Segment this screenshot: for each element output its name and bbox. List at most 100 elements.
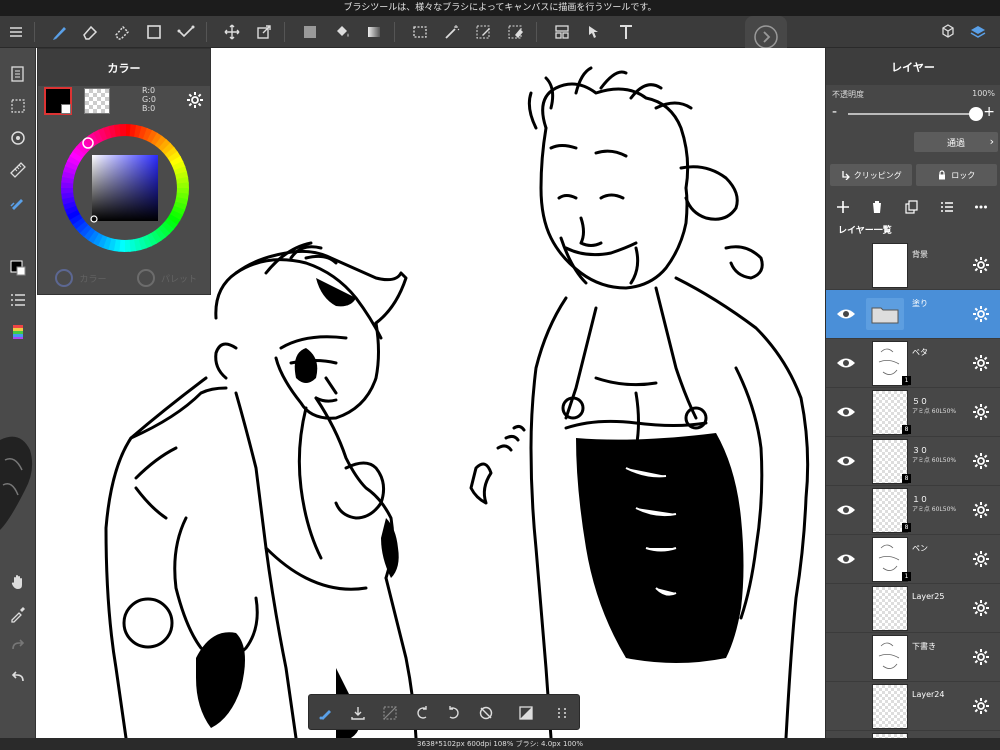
transform-icon[interactable] <box>252 20 276 44</box>
layer-row[interactable]: Layer25 <box>826 584 1000 633</box>
gradient-icon[interactable] <box>362 20 386 44</box>
visibility-eye-icon[interactable] <box>836 304 856 324</box>
color-wheel-icon <box>55 269 74 287</box>
menu-icon[interactable] <box>4 20 28 44</box>
rotate-right-icon[interactable] <box>443 702 465 724</box>
blur-eraser-icon[interactable] <box>110 20 134 44</box>
toolbar-divider <box>394 22 395 42</box>
layer-row[interactable]: Layer24 <box>826 682 1000 731</box>
color-wheel[interactable] <box>58 121 192 255</box>
clipping-button[interactable]: クリッピング <box>830 164 912 186</box>
operation-icon[interactable] <box>582 20 606 44</box>
visibility-eye-icon[interactable] <box>836 353 856 373</box>
visibility-eye-icon[interactable] <box>836 500 856 520</box>
clear-selection-icon[interactable] <box>379 702 401 724</box>
tab-color[interactable]: カラー <box>38 269 124 287</box>
frame-icon[interactable] <box>550 20 574 44</box>
visibility-eye-icon[interactable] <box>836 647 856 667</box>
move-icon[interactable] <box>220 20 244 44</box>
blend-mode-button[interactable]: 通過 › <box>914 132 998 152</box>
rotate-left-icon[interactable] <box>411 702 433 724</box>
visibility-eye-icon[interactable] <box>836 696 856 716</box>
offcanvas-art <box>0 436 33 530</box>
text-icon[interactable] <box>614 20 638 44</box>
brush-list-icon[interactable] <box>6 288 30 312</box>
lock-icon <box>939 170 946 180</box>
visibility-eye-icon[interactable] <box>836 255 856 275</box>
layer-name: ベタ <box>912 348 928 357</box>
snap-icon[interactable] <box>6 126 30 150</box>
select-rect-icon[interactable] <box>408 20 432 44</box>
material-icon[interactable] <box>936 20 960 44</box>
add-layer-icon[interactable] <box>834 198 852 216</box>
color-palette-icon[interactable] <box>6 320 30 344</box>
gear-icon[interactable] <box>971 549 991 569</box>
gear-icon[interactable] <box>971 304 991 324</box>
tab-palette[interactable]: パレット <box>124 269 210 287</box>
opacity-increase-button[interactable]: + <box>983 104 995 120</box>
color-panel-title: カラー <box>38 49 210 86</box>
visibility-eye-icon[interactable] <box>836 598 856 618</box>
bit-depth-badge: 8 <box>902 474 911 483</box>
gear-icon[interactable] <box>971 696 991 716</box>
transparent-color-swatch[interactable] <box>84 88 110 114</box>
gear-icon[interactable] <box>971 598 991 618</box>
color-swatches: R:0 G:0 B:0 <box>42 86 208 117</box>
lock-button[interactable]: ロック <box>915 164 997 186</box>
visibility-eye-icon[interactable] <box>836 549 856 569</box>
bit-depth-badge: 1 <box>902 572 911 581</box>
layer-name: 下書き <box>912 642 936 651</box>
layer-row[interactable]: 背景 <box>826 241 1000 290</box>
layers-icon[interactable] <box>966 20 990 44</box>
layer-row[interactable]: ５０ アミ点 60L50% 8 <box>826 388 1000 437</box>
bit-depth-badge: 8 <box>902 425 911 434</box>
folder-icon <box>866 298 904 330</box>
gear-icon[interactable] <box>971 451 991 471</box>
gear-icon[interactable] <box>184 89 206 111</box>
page-manager-icon[interactable] <box>6 62 30 86</box>
bucket-icon[interactable] <box>330 20 354 44</box>
layer-name: ３０ <box>912 446 928 455</box>
fill-rect-icon[interactable] <box>298 20 322 44</box>
brush-size-icon[interactable] <box>315 702 337 724</box>
select-eraser-icon[interactable] <box>504 20 528 44</box>
gear-icon[interactable] <box>971 647 991 667</box>
ruler-icon[interactable] <box>6 158 30 182</box>
shape-icon[interactable] <box>142 20 166 44</box>
import-icon[interactable] <box>347 702 369 724</box>
layer-row[interactable]: 下書き <box>826 633 1000 682</box>
more-icon[interactable] <box>972 198 990 216</box>
fill-layer-icon[interactable] <box>515 702 537 724</box>
layer-row[interactable]: 塗り <box>826 290 1000 339</box>
clipping-label: クリッピング <box>853 170 902 180</box>
gear-icon[interactable] <box>971 255 991 275</box>
current-color-icon[interactable] <box>6 256 30 280</box>
edit-path-icon[interactable] <box>174 20 198 44</box>
trash-icon[interactable] <box>868 198 886 216</box>
eraser-icon[interactable] <box>78 20 102 44</box>
opacity-slider[interactable] <box>848 107 983 121</box>
layer-name: ペン <box>912 544 928 553</box>
visibility-eye-icon[interactable] <box>836 402 856 422</box>
gear-icon[interactable] <box>971 353 991 373</box>
gear-icon[interactable] <box>971 402 991 422</box>
selection-icon[interactable] <box>6 94 30 118</box>
visibility-eye-icon[interactable] <box>836 451 856 471</box>
main-color-swatch[interactable] <box>44 87 72 115</box>
opacity-decrease-button[interactable]: - <box>832 104 837 120</box>
reset-rotation-icon[interactable] <box>475 702 497 724</box>
list-icon[interactable] <box>938 198 956 216</box>
layer-row[interactable]: ペン 1 <box>826 535 1000 584</box>
correction-icon[interactable] <box>6 190 30 214</box>
select-pen-icon[interactable] <box>472 20 496 44</box>
layer-row[interactable]: ベタ 1 <box>826 339 1000 388</box>
tab-color-label: カラー <box>79 274 107 285</box>
opacity-slider-knob[interactable] <box>969 107 983 121</box>
layer-row[interactable]: ３０ アミ点 60L50% 8 <box>826 437 1000 486</box>
magic-wand-icon[interactable] <box>440 20 464 44</box>
brush-icon[interactable] <box>48 20 72 44</box>
layer-row[interactable]: １０ アミ点 60L50% 8 <box>826 486 1000 535</box>
grid-dots-icon[interactable] <box>551 702 573 724</box>
gear-icon[interactable] <box>971 500 991 520</box>
duplicate-layer-icon[interactable] <box>903 198 921 216</box>
